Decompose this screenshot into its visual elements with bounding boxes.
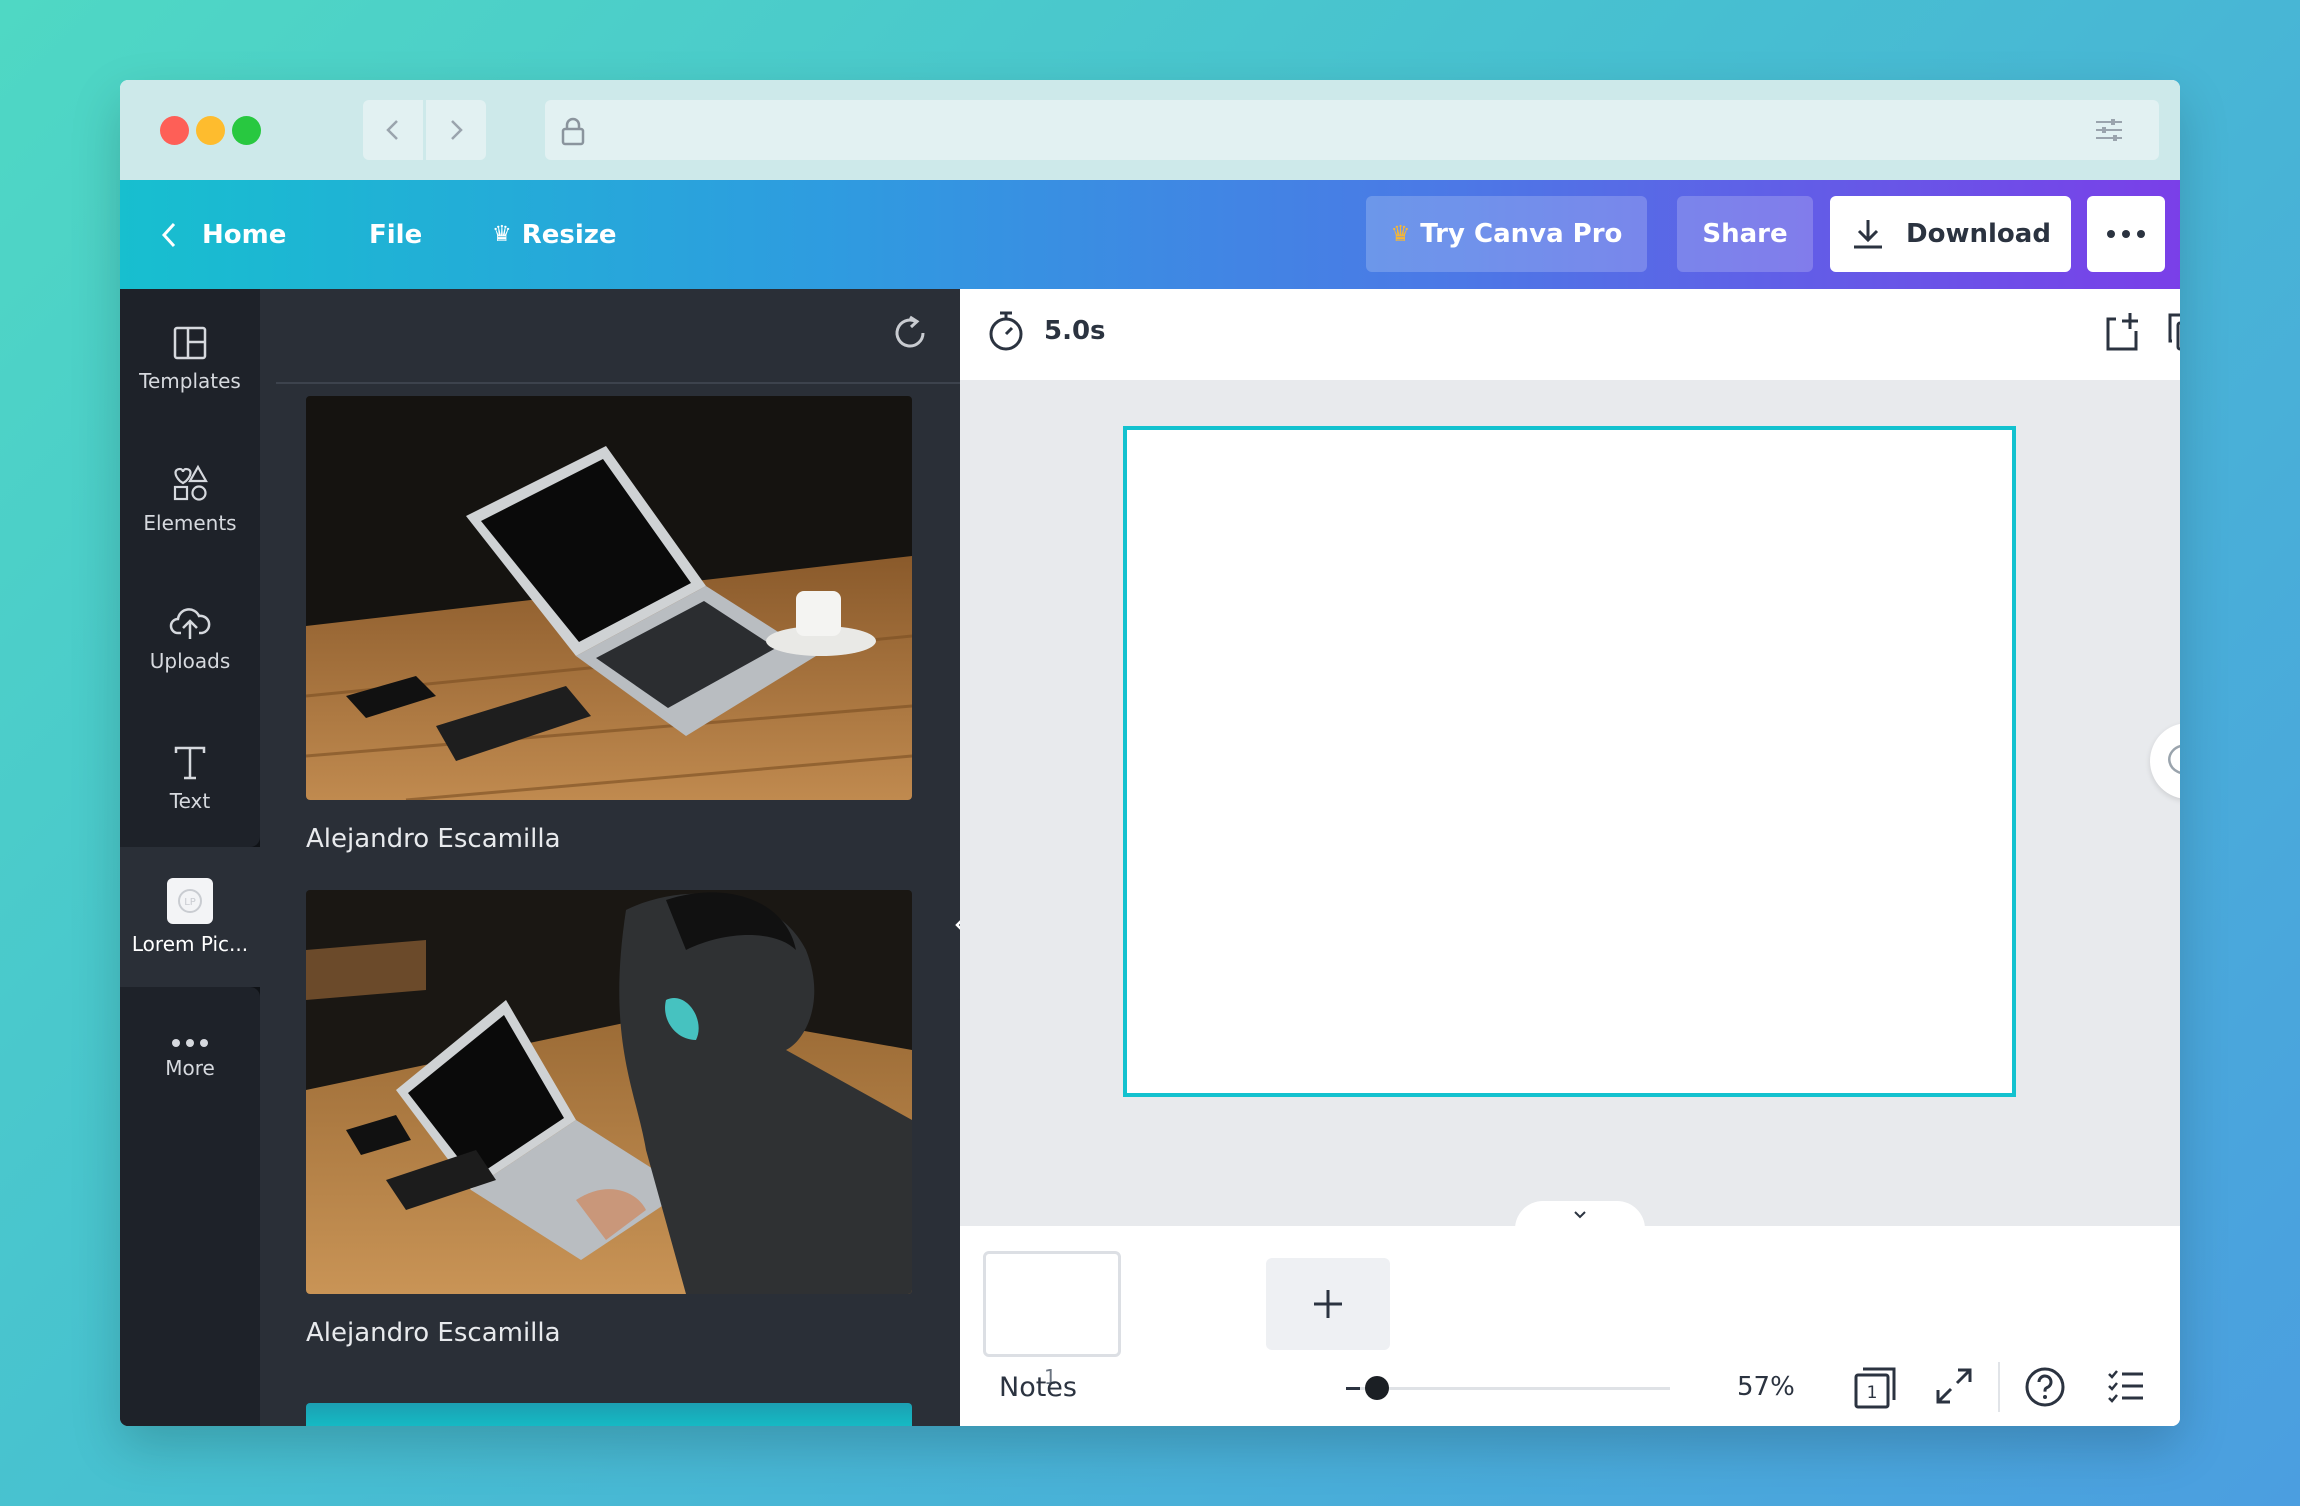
zoom-slider-track[interactable] <box>1360 1387 1670 1390</box>
page-strip <box>960 1226 2180 1426</box>
person-using-laptop-photo[interactable] <box>306 890 912 1294</box>
more-dots-icon <box>2107 230 2145 238</box>
checklist-icon <box>2108 1370 2143 1403</box>
zoom-level[interactable]: 57% <box>1737 1372 1795 1402</box>
chevron-left-icon <box>386 120 398 140</box>
share-button[interactable]: Share <box>1677 196 1813 272</box>
photo-result-partial[interactable] <box>306 1403 912 1426</box>
rail-item-label: Uploads <box>149 649 231 673</box>
crown-icon: ♛ <box>492 222 512 247</box>
try-pro-label: Try Canva Pro <box>1420 219 1623 249</box>
file-label: File <box>369 219 423 250</box>
rail-item-label: Templates <box>139 369 241 393</box>
rail-item-label: Elements <box>143 511 237 535</box>
duplicate-page-icon[interactable] <box>2166 311 2180 353</box>
photo-caption: Alejandro Escamilla <box>306 1318 561 1348</box>
browser-back-button[interactable] <box>363 100 423 160</box>
resize-label: Resize <box>521 219 617 250</box>
zoom-slider-handle[interactable] <box>1365 1376 1389 1400</box>
chevron-right-icon <box>451 120 463 140</box>
rail-item-lorem-picsum[interactable]: LP Lorem Pic... <box>120 847 260 987</box>
fullscreen-button[interactable] <box>1934 1366 1974 1410</box>
footer-divider <box>1998 1362 2000 1412</box>
page-toolbar: 5.0s <box>960 289 2180 380</box>
elements-icon <box>173 464 208 501</box>
photo-result-card[interactable]: Alejandro Escamilla <box>306 396 912 854</box>
photo-result-card[interactable]: Alejandro Escamilla <box>306 890 912 1348</box>
rail-item-label: Lorem Pic... <box>131 932 249 956</box>
page-count-badge: 1 <box>1867 1383 1878 1403</box>
more-dots-icon <box>172 1039 208 1047</box>
rail-item-elements[interactable]: Elements <box>120 429 260 569</box>
design-page-canvas[interactable] <box>1123 426 2016 1097</box>
crown-icon: ♛ <box>1390 221 1411 247</box>
photo-caption: Alejandro Escamilla <box>306 824 561 854</box>
download-button[interactable]: Download <box>1830 196 2071 272</box>
page-duration-button[interactable]: 5.0s <box>986 309 1106 353</box>
chevron-down-icon <box>1574 1211 1586 1219</box>
rail-item-label: Text <box>169 789 211 813</box>
pages-icon: 1 <box>1854 1367 1896 1409</box>
add-page-button[interactable] <box>1266 1258 1390 1350</box>
browser-settings-button[interactable] <box>2079 100 2139 160</box>
comment-add-icon <box>2168 744 2180 774</box>
download-label: Download <box>1906 219 2051 249</box>
rail-item-text[interactable]: Text <box>120 709 260 849</box>
rail-item-more[interactable]: More <box>120 989 260 1129</box>
browser-forward-button[interactable] <box>426 100 486 160</box>
laptop-on-table-photo[interactable] <box>306 396 912 800</box>
file-menu[interactable]: File <box>369 180 422 289</box>
home-label: Home <box>202 219 287 250</box>
browser-window: Home File ♛ Resize ♛ Try Canva Pro Share… <box>120 80 2180 1426</box>
page-thumbnail[interactable] <box>983 1251 1121 1357</box>
page-count-button[interactable]: 1 <box>1853 1366 1897 1414</box>
help-button[interactable] <box>2024 1366 2066 1412</box>
download-icon <box>1854 220 1883 249</box>
editor-area: 5.0s 1 <box>960 289 2180 1426</box>
rail-item-label: More <box>165 1056 215 1080</box>
lorem-picsum-app-icon: LP <box>167 878 213 924</box>
side-rail: Templates Elements Uploads Text LP Lorem… <box>120 289 260 1426</box>
minimize-window-button[interactable] <box>196 116 225 145</box>
notes-button[interactable]: Notes <box>999 1372 1077 1403</box>
zoom-out-icon[interactable] <box>1346 1387 1360 1390</box>
expand-icon <box>1936 1368 1972 1404</box>
upload-cloud-icon <box>169 608 211 639</box>
close-window-button[interactable] <box>160 116 189 145</box>
try-canva-pro-button[interactable]: ♛ Try Canva Pro <box>1366 196 1647 272</box>
resize-button[interactable]: ♛ Resize <box>492 180 617 289</box>
lorem-picsum-panel: Alejandro Escamilla Alejandro Escamilla <box>260 289 960 1426</box>
add-comment-button[interactable] <box>2150 723 2180 799</box>
add-page-icon[interactable] <box>2102 311 2142 353</box>
duration-value: 5.0s <box>1044 316 1106 346</box>
more-actions-button[interactable] <box>2087 196 2165 272</box>
editor-top-bar: Home File ♛ Resize ♛ Try Canva Pro Share… <box>120 180 2180 289</box>
templates-icon <box>173 326 207 360</box>
address-bar[interactable] <box>545 100 2159 160</box>
lock-icon <box>561 117 585 146</box>
help-icon <box>2025 1367 2065 1407</box>
timer-icon <box>989 311 1023 351</box>
share-label: Share <box>1702 219 1788 249</box>
svg-text:LP: LP <box>184 897 196 908</box>
panel-header <box>276 289 960 384</box>
plus-icon <box>1314 1290 1342 1318</box>
home-link[interactable]: Home <box>160 180 286 289</box>
sliders-icon <box>2096 119 2122 141</box>
chevron-left-icon <box>161 222 176 247</box>
keyboard-shortcuts-button[interactable] <box>2106 1366 2146 1410</box>
page-strip-toggle[interactable] <box>1515 1201 1645 1229</box>
refresh-icon[interactable] <box>890 313 930 353</box>
maximize-window-button[interactable] <box>232 116 261 145</box>
browser-chrome <box>120 80 2180 180</box>
rail-item-templates[interactable]: Templates <box>120 289 260 429</box>
rail-item-uploads[interactable]: Uploads <box>120 569 260 709</box>
text-icon <box>174 746 206 780</box>
